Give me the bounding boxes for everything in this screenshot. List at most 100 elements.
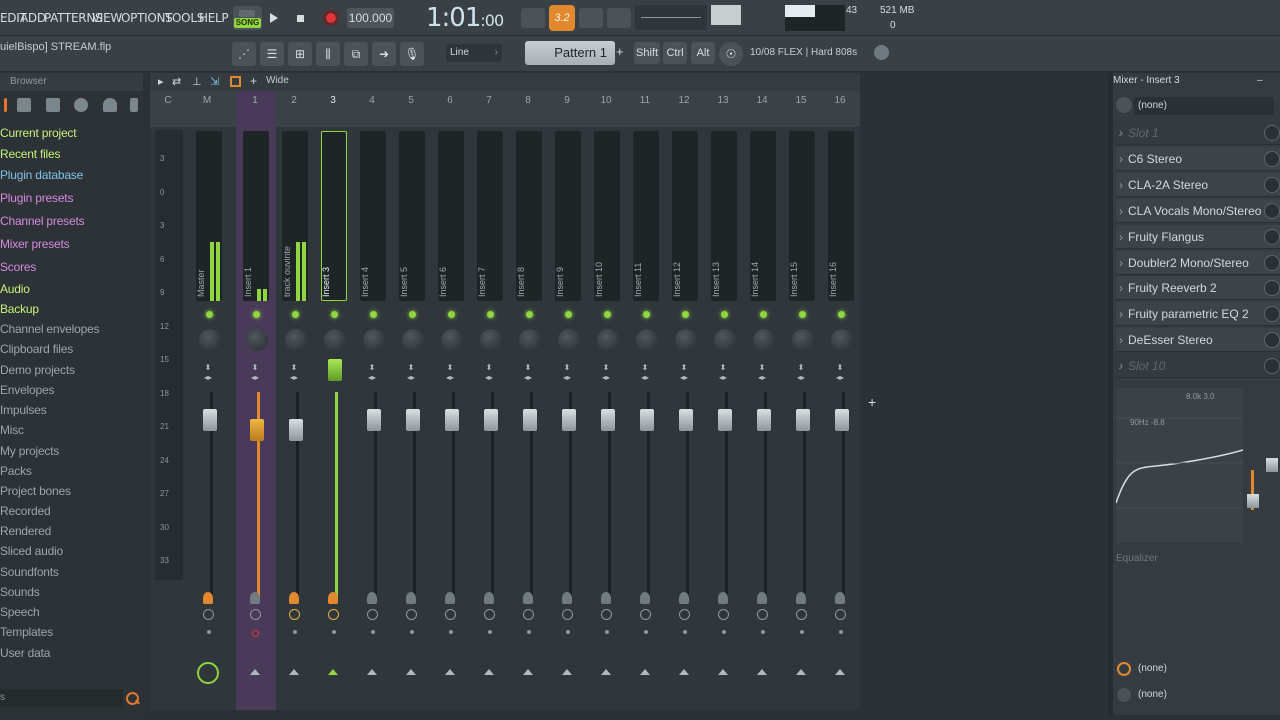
slot-power-icon[interactable] xyxy=(1264,125,1280,141)
menu-item-add[interactable]: ADD xyxy=(20,11,46,25)
route-icon[interactable] xyxy=(328,592,338,604)
pan-knob[interactable] xyxy=(324,329,346,351)
latency-icon[interactable] xyxy=(679,609,690,620)
mixer-strip[interactable]: Insert 13 ⬍ ◂▸ xyxy=(705,127,741,710)
volume-fader[interactable] xyxy=(406,409,420,431)
pattern-selector[interactable]: Pattern 1 xyxy=(525,41,615,65)
mixer-strip[interactable]: Insert 7 ⬍ ◂▸ xyxy=(471,127,507,710)
browser-item[interactable]: Demo projects xyxy=(0,363,75,377)
browser-item[interactable]: Recorded xyxy=(0,504,51,518)
record-arm-dot[interactable] xyxy=(371,630,375,634)
pan-knob[interactable] xyxy=(597,329,619,351)
song-position-display[interactable]: 1:01:00 xyxy=(426,3,516,33)
master-pitch-slider[interactable] xyxy=(711,5,741,25)
stereo-separation-icon[interactable]: ⬍◂▸ xyxy=(521,363,535,385)
record-arm-dot[interactable] xyxy=(800,630,804,634)
slot-power-icon[interactable] xyxy=(1264,358,1280,375)
plugin-icon[interactable] xyxy=(74,98,88,112)
browser-item[interactable]: User data xyxy=(0,646,50,660)
browser-item[interactable]: Soundfonts xyxy=(0,565,59,579)
mixer-strip[interactable]: Insert 6 ⬍ ◂▸ xyxy=(432,127,468,710)
browser-item[interactable]: Project bones xyxy=(0,484,71,498)
record-arm-dot[interactable] xyxy=(293,630,297,634)
output-select-2[interactable]: (none) xyxy=(1113,686,1280,706)
slot-power-icon[interactable] xyxy=(1264,228,1280,245)
stereo-separation-icon[interactable]: ⬍◂▸ xyxy=(443,363,457,385)
volume-fader[interactable] xyxy=(679,409,693,431)
send-arrow-icon[interactable] xyxy=(197,662,219,684)
wait-for-input-icon[interactable] xyxy=(579,8,603,28)
mixer-strip[interactable]: Master ⬍ ◂▸ xyxy=(190,127,226,710)
latency-icon[interactable] xyxy=(484,609,495,620)
browser-item[interactable]: Templates xyxy=(0,625,53,639)
menu-arrow-icon[interactable]: ▸ xyxy=(158,75,164,88)
stereo-separation-icon[interactable]: ⬍◂▸ xyxy=(794,363,808,385)
volume-fader[interactable] xyxy=(445,409,459,431)
route-icon[interactable] xyxy=(445,592,455,604)
stereo-separation-icon[interactable]: ⬍◂▸ xyxy=(677,363,691,385)
pan-knob[interactable] xyxy=(363,329,385,351)
record-arm-dot[interactable] xyxy=(644,630,648,634)
link-icon[interactable]: ⇄ xyxy=(172,75,181,88)
latency-icon[interactable] xyxy=(523,609,534,620)
menu-arrow-icon[interactable] xyxy=(130,98,138,112)
pan-knob[interactable] xyxy=(199,329,221,351)
strip-enable-led[interactable] xyxy=(292,311,299,318)
latency-icon[interactable] xyxy=(796,609,807,620)
route-icon[interactable] xyxy=(406,592,416,604)
play-icon[interactable] xyxy=(265,8,283,28)
browser-item[interactable]: Channel envelopes xyxy=(0,322,100,336)
send-arrow-icon[interactable] xyxy=(484,669,494,675)
cloud-icon[interactable] xyxy=(103,98,117,112)
browser-item[interactable]: Sliced audio xyxy=(0,544,63,558)
latency-icon[interactable] xyxy=(250,609,261,620)
browser-item[interactable]: Speech xyxy=(0,605,40,619)
mixer-strip[interactable]: Insert 5 ⬍ ◂▸ xyxy=(393,127,429,710)
volume-fader[interactable] xyxy=(718,409,732,431)
send-arrow-icon[interactable] xyxy=(601,669,611,675)
latency-icon[interactable] xyxy=(406,609,417,620)
plugin-picker-icon[interactable]: ⧉ xyxy=(344,42,368,66)
pan-knob[interactable] xyxy=(285,329,307,351)
add-pattern-button[interactable]: + xyxy=(616,44,628,62)
browser-item[interactable]: Audio xyxy=(0,282,30,296)
mixer-strip[interactable]: Insert 11 ⬍ ◂▸ xyxy=(627,127,663,710)
strip-enable-led[interactable] xyxy=(448,311,455,318)
browser-item[interactable]: Envelopes xyxy=(0,383,54,397)
pan-knob[interactable] xyxy=(792,329,814,351)
file-icon[interactable] xyxy=(17,98,31,112)
route-icon[interactable] xyxy=(640,592,650,604)
tempo-display[interactable]: 100.000 xyxy=(347,8,394,28)
mixer-strip[interactable]: Insert 1 ⬍ ◂▸ xyxy=(237,127,273,710)
pan-knob[interactable] xyxy=(753,329,775,351)
record-arm-dot[interactable] xyxy=(252,630,259,637)
pan-knob[interactable] xyxy=(519,329,541,351)
slot-power-icon[interactable] xyxy=(1264,332,1280,349)
pin-icon[interactable]: ⊥ xyxy=(192,75,202,88)
volume-fader[interactable] xyxy=(203,409,217,431)
browser-item[interactable]: Channel presets xyxy=(0,214,85,228)
volume-fader[interactable] xyxy=(640,409,654,431)
mixer-view-mode[interactable]: Wide xyxy=(266,75,289,86)
browser-item[interactable]: Clipboard files xyxy=(0,342,73,356)
browser-item[interactable]: Current project xyxy=(0,126,77,140)
send-arrow-icon[interactable] xyxy=(679,669,689,675)
strip-enable-led[interactable] xyxy=(370,311,377,318)
browser-item[interactable]: Packs xyxy=(0,464,32,478)
record-arm-dot[interactable] xyxy=(839,630,843,634)
slot-power-icon[interactable] xyxy=(1264,150,1280,167)
browser-search-input[interactable]: s xyxy=(0,689,123,707)
effect-slot[interactable]: Fruity Flangus xyxy=(1116,224,1280,249)
effect-slot[interactable]: C6 Stereo xyxy=(1116,146,1280,171)
alt-button[interactable]: Alt xyxy=(691,42,715,64)
volume-fader[interactable] xyxy=(562,409,576,431)
effect-slot[interactable]: DeEsser Stereo xyxy=(1116,328,1280,353)
route-icon[interactable] xyxy=(367,592,377,604)
slot-power-icon[interactable] xyxy=(1264,176,1280,193)
strip-enable-led[interactable] xyxy=(331,311,338,318)
record-arm-dot[interactable] xyxy=(722,630,726,634)
send-arrow-icon[interactable] xyxy=(640,669,650,675)
record-arm-dot[interactable] xyxy=(410,630,414,634)
send-arrow-icon[interactable] xyxy=(835,669,845,675)
route-icon[interactable] xyxy=(835,592,845,604)
